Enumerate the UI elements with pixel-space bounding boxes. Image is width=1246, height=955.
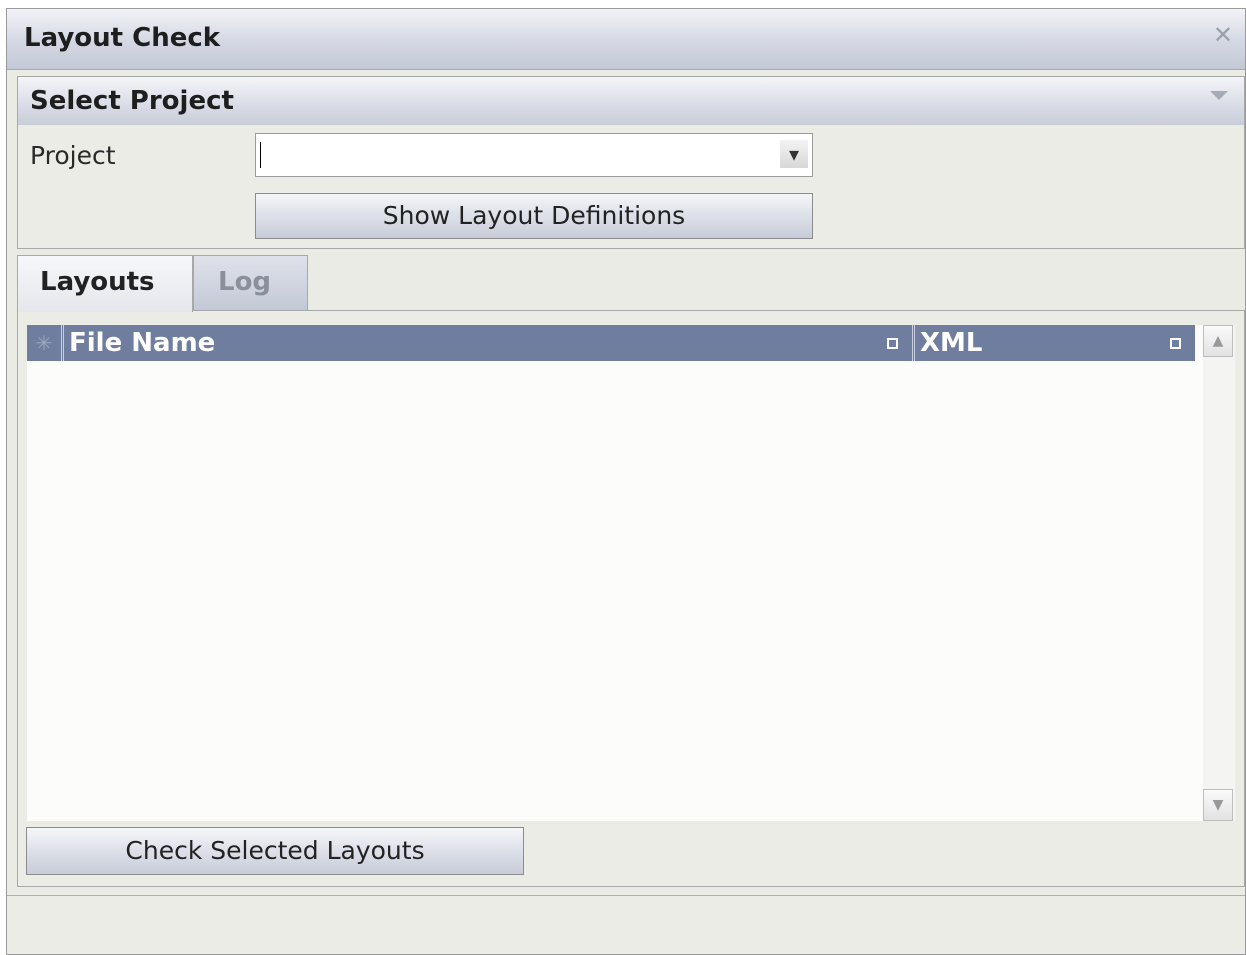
layouts-grid: ✳ File Name XML ▲ ▼ [27, 325, 1235, 821]
close-icon[interactable]: ✕ [1213, 23, 1233, 47]
layouts-tab-panel: ✳ File Name XML ▲ ▼ Check Selected Layou… [17, 310, 1245, 887]
tab-layouts-label: Layouts [40, 267, 155, 297]
status-bar [7, 895, 1245, 954]
column-header-xml[interactable]: XML [912, 325, 1195, 361]
window-title: Layout Check [24, 23, 221, 53]
window-titlebar: Layout Check ✕ [7, 9, 1245, 70]
layout-check-window: Layout Check ✕ Select Project Project ▾ … [6, 8, 1246, 955]
text-caret [260, 142, 261, 168]
column-label-xml: XML [920, 328, 983, 358]
select-project-title: Select Project [30, 86, 234, 116]
show-layout-definitions-button[interactable]: Show Layout Definitions [255, 193, 813, 239]
grid-header: ✳ File Name XML [27, 325, 1195, 361]
project-label: Project [30, 141, 116, 170]
tab-log[interactable]: Log [193, 255, 308, 311]
scroll-up-icon[interactable]: ▲ [1203, 325, 1233, 357]
vertical-scrollbar[interactable]: ▲ ▼ [1203, 325, 1235, 821]
project-combobox[interactable]: ▾ [255, 133, 813, 177]
sort-icon[interactable] [887, 338, 898, 349]
collapse-arrow-icon[interactable] [1210, 91, 1228, 100]
select-project-section: Select Project Project ▾ Show Layout Def… [17, 76, 1245, 249]
chevron-down-icon[interactable]: ▾ [780, 140, 808, 168]
column-header-file-name[interactable]: File Name [61, 325, 912, 361]
tab-layouts[interactable]: Layouts [17, 255, 193, 312]
project-input[interactable] [262, 138, 766, 174]
select-project-header: Select Project [18, 77, 1244, 125]
tab-log-label: Log [218, 267, 272, 297]
check-selected-layouts-button[interactable]: Check Selected Layouts [26, 827, 524, 875]
sort-icon[interactable] [1170, 338, 1181, 349]
column-label-file-name: File Name [69, 328, 216, 358]
scroll-down-icon[interactable]: ▼ [1203, 789, 1233, 821]
select-all-icon[interactable]: ✳ [27, 325, 61, 361]
tabs-area: Layouts Log ✳ File Name XML ▲ ▼ Check Se… [17, 255, 1245, 887]
